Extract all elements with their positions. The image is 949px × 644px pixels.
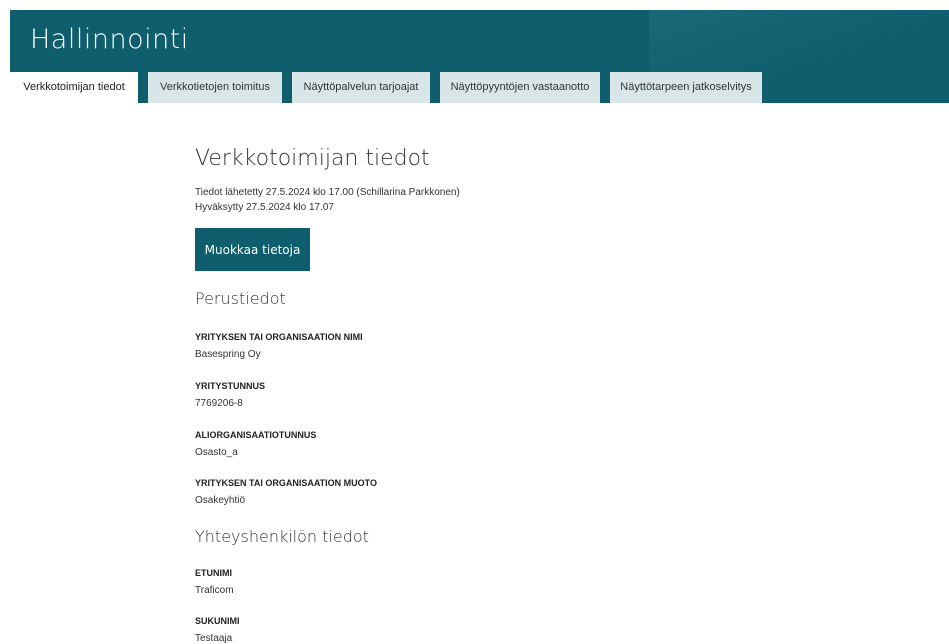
- tab-nayttopyyntojen-vastaanotto[interactable]: Näyttöpyyntöjen vastaanotto: [440, 72, 600, 103]
- field-label-first-name: ETUNIMI: [195, 568, 232, 578]
- page-title: Verkkotoimijan tiedot: [195, 146, 430, 171]
- field-label-org-name: YRITYKSEN TAI ORGANISAATION NIMI: [195, 332, 363, 342]
- field-value-last-name: Testaaja: [195, 633, 233, 644]
- section-title-contact: Yhteyshenkilön tiedot: [195, 527, 369, 546]
- field-label-business-id: YRITYSTUNNUS: [195, 381, 266, 391]
- field-label-org-form: YRITYKSEN TAI ORGANISAATION MUOTO: [195, 478, 378, 488]
- tab-bar: Verkkotoimijan tiedot Verkkotietojen toi…: [10, 72, 772, 103]
- field-value-business-id: 7769206-8: [195, 398, 243, 409]
- field-label-suborg-id: ALIORGANISAATIOTUNNUS: [195, 430, 317, 440]
- tab-nayttotarpeen-jatkoselvitys[interactable]: Näyttötarpeen jatkoselvitys: [610, 72, 762, 103]
- app-title: Hallinnointi: [30, 24, 189, 55]
- section-title-basic: Perustiedot: [195, 289, 286, 308]
- approved-info: Hyväksytty 27.5.2024 klo 17.07: [195, 202, 334, 213]
- tab-verkkotietojen-toimitus[interactable]: Verkkotietojen toimitus: [148, 72, 282, 103]
- tab-verkkotoimijan-tiedot[interactable]: Verkkotoimijan tiedot: [10, 72, 138, 103]
- edit-info-button[interactable]: Muokkaa tietoja: [195, 228, 310, 271]
- submitted-info: Tiedot lähetetty 27.5.2024 klo 17.00 (Sc…: [195, 187, 460, 198]
- tab-nayttopalvelun-tarjoajat[interactable]: Näyttöpalvelun tarjoajat: [292, 72, 430, 103]
- field-value-org-form: Osakeyhtiö: [195, 495, 246, 506]
- app-header: Hallinnointi Verkkotoimijan tiedot Verkk…: [10, 10, 949, 103]
- field-value-suborg-id: Osasto_a: [195, 447, 238, 458]
- field-value-first-name: Traficom: [195, 585, 234, 596]
- field-label-last-name: SUKUNIMI: [195, 616, 240, 626]
- field-value-org-name: Basespring Oy: [195, 349, 261, 360]
